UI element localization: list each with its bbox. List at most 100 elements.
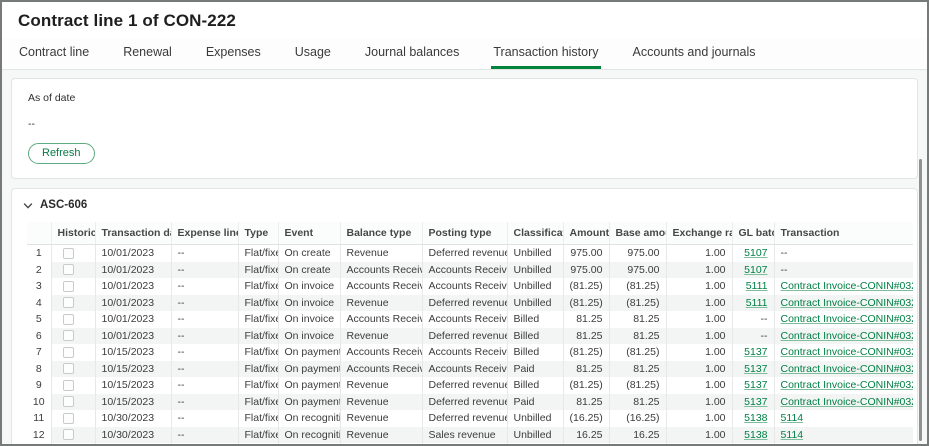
col-header-posting-type[interactable]: Posting type bbox=[422, 222, 507, 245]
posting-type-cell: Deferred revenue bbox=[422, 394, 507, 411]
col-header-exchange-rate[interactable]: Exchange rate bbox=[666, 222, 732, 245]
gl-batch-cell: 5137 bbox=[732, 394, 774, 411]
exchange-rate-cell: 1.00 bbox=[666, 427, 732, 444]
page-title: Contract line 1 of CON-222 bbox=[2, 2, 927, 38]
tab-contract-line[interactable]: Contract line bbox=[17, 38, 91, 69]
historical-checkbox[interactable] bbox=[63, 330, 74, 341]
historical-checkbox[interactable] bbox=[63, 347, 74, 358]
tab-transaction-history[interactable]: Transaction history bbox=[491, 38, 600, 69]
gl-batch-cell-link[interactable]: 5107 bbox=[744, 264, 767, 276]
table-row: 1210/30/2023--Flat/fixedOn recognitionRe… bbox=[27, 427, 913, 444]
col-header-base-amount[interactable]: Base amount bbox=[609, 222, 666, 245]
amount-cell: 81.25 bbox=[563, 311, 609, 328]
gl-batch-cell-link[interactable]: 5137 bbox=[744, 363, 767, 375]
classification-cell: Unbilled bbox=[507, 278, 563, 295]
historical-checkbox[interactable] bbox=[63, 264, 74, 275]
historical-checkbox[interactable] bbox=[63, 363, 74, 374]
historical-checkbox[interactable] bbox=[63, 297, 74, 308]
exchange-rate-cell: 1.00 bbox=[666, 245, 732, 262]
transaction-cell-link[interactable]: Contract Invoice-CONIN#0325#doc bbox=[781, 313, 914, 325]
col-header-event[interactable]: Event bbox=[278, 222, 340, 245]
gl-batch-cell: 5138 bbox=[732, 427, 774, 444]
base-amount-cell: (81.25) bbox=[609, 344, 666, 361]
vertical-scrollbar[interactable] bbox=[919, 159, 922, 441]
table-row: 310/01/2023--Flat/fixedOn invoiceAccount… bbox=[27, 278, 913, 295]
gl-batch-cell-link[interactable]: 5137 bbox=[744, 396, 767, 408]
expense-line-no-cell: -- bbox=[171, 410, 238, 427]
col-header-transaction[interactable]: Transaction bbox=[774, 222, 913, 245]
historical-checkbox[interactable] bbox=[63, 281, 74, 292]
col-header-type[interactable]: Type bbox=[238, 222, 278, 245]
gl-batch-cell-link[interactable]: 5137 bbox=[744, 346, 767, 358]
historical-checkbox bbox=[51, 328, 95, 345]
col-header-historical[interactable]: Historical bbox=[51, 222, 95, 245]
historical-checkbox[interactable] bbox=[63, 429, 74, 440]
gl-batch-cell-link[interactable]: 5107 bbox=[744, 247, 767, 259]
tab-usage[interactable]: Usage bbox=[293, 38, 333, 69]
transaction-history-table: HistoricalTransaction dateExpense line n… bbox=[27, 222, 913, 446]
event-cell: On payment bbox=[278, 377, 340, 394]
amount-cell: 975.00 bbox=[563, 245, 609, 262]
historical-checkbox[interactable] bbox=[63, 396, 74, 407]
posting-type-cell: Accounts Receivable bbox=[422, 344, 507, 361]
posting-type-cell: Deferred revenue bbox=[422, 377, 507, 394]
gl-batch-cell: 5137 bbox=[732, 344, 774, 361]
type-cell: Flat/fixed bbox=[238, 262, 278, 279]
transaction-date-cell: 10/01/2023 bbox=[95, 328, 171, 345]
type-cell: Flat/fixed bbox=[238, 278, 278, 295]
transaction-cell-link[interactable]: Contract Invoice-CONIN#0325#doc bbox=[781, 297, 914, 309]
type-cell: Flat/fixed bbox=[238, 295, 278, 312]
historical-checkbox[interactable] bbox=[63, 380, 74, 391]
col-header-gl-batch[interactable]: GL batch bbox=[732, 222, 774, 245]
tab-accounts-and-journals[interactable]: Accounts and journals bbox=[631, 38, 758, 69]
transaction-cell-link[interactable]: 5114 bbox=[781, 429, 804, 441]
col-header-transaction-date[interactable]: Transaction date bbox=[95, 222, 171, 245]
transaction-cell-link[interactable]: Contract Invoice-CONIN#0325#doc bbox=[781, 346, 914, 358]
gl-batch-cell: -- bbox=[732, 328, 774, 345]
gl-batch-cell-link[interactable]: 5111 bbox=[746, 280, 768, 292]
transaction-date-cell: 10/01/2023 bbox=[95, 245, 171, 262]
amount-cell: (81.25) bbox=[563, 377, 609, 394]
base-amount-cell: (81.25) bbox=[609, 377, 666, 394]
balance-type-cell: Revenue bbox=[340, 295, 422, 312]
amount-cell: 81.25 bbox=[563, 361, 609, 378]
event-cell: On payment bbox=[278, 361, 340, 378]
section-collapse-toggle[interactable]: ASC-606 bbox=[12, 189, 917, 220]
exchange-rate-cell: 1.00 bbox=[666, 377, 732, 394]
transaction-cell-link[interactable]: Contract Invoice-CONIN#0325#doc bbox=[781, 363, 914, 375]
table-row: 510/01/2023--Flat/fixedOn invoiceAccount… bbox=[27, 311, 913, 328]
tab-renewal[interactable]: Renewal bbox=[121, 38, 174, 69]
transaction-cell-link[interactable]: Contract Invoice-CONIN#0325#doc bbox=[781, 379, 914, 391]
tab-journal-balances[interactable]: Journal balances bbox=[363, 38, 462, 69]
balance-type-cell: Accounts Receivable bbox=[340, 278, 422, 295]
col-header-expense-line-no[interactable]: Expense line no. bbox=[171, 222, 238, 245]
gl-batch-cell: 5111 bbox=[732, 278, 774, 295]
transaction-cell-link[interactable]: 5114 bbox=[781, 412, 804, 424]
col-header-amount[interactable]: Amount bbox=[563, 222, 609, 245]
col-header-classification[interactable]: Classification bbox=[507, 222, 563, 245]
transaction-date-cell: 10/15/2023 bbox=[95, 361, 171, 378]
table-row: 910/15/2023--Flat/fixedOn paymentRevenue… bbox=[27, 377, 913, 394]
exchange-rate-cell: 1.00 bbox=[666, 311, 732, 328]
historical-checkbox[interactable] bbox=[63, 413, 74, 424]
historical-checkbox[interactable] bbox=[63, 248, 74, 259]
posting-type-cell: Accounts Receivable bbox=[422, 278, 507, 295]
historical-checkbox[interactable] bbox=[63, 314, 74, 325]
transaction-cell-link[interactable]: Contract Invoice-CONIN#0325#doc bbox=[781, 330, 914, 342]
table-row: 1010/15/2023--Flat/fixedOn paymentRevenu… bbox=[27, 394, 913, 411]
col-header-balance-type[interactable]: Balance type bbox=[340, 222, 422, 245]
gl-batch-cell-link[interactable]: 5138 bbox=[744, 412, 767, 424]
gl-batch-cell-link[interactable]: 5111 bbox=[746, 297, 768, 309]
tab-expenses[interactable]: Expenses bbox=[204, 38, 263, 69]
posting-type-cell: Accounts Receivable bbox=[422, 361, 507, 378]
transaction-cell-link[interactable]: Contract Invoice-CONIN#0325#doc bbox=[781, 280, 914, 292]
refresh-button[interactable]: Refresh bbox=[28, 143, 95, 164]
gl-batch-cell-link[interactable]: 5138 bbox=[744, 429, 767, 441]
gl-batch-cell-link[interactable]: 5137 bbox=[744, 379, 767, 391]
transaction-cell: -- bbox=[774, 262, 913, 279]
table-row: 810/15/2023--Flat/fixedOn paymentAccount… bbox=[27, 361, 913, 378]
transaction-date-cell: 10/01/2023 bbox=[95, 295, 171, 312]
expense-line-no-cell: -- bbox=[171, 344, 238, 361]
row-number: 10 bbox=[27, 394, 51, 411]
transaction-cell-link[interactable]: Contract Invoice-CONIN#0325#doc bbox=[781, 396, 914, 408]
